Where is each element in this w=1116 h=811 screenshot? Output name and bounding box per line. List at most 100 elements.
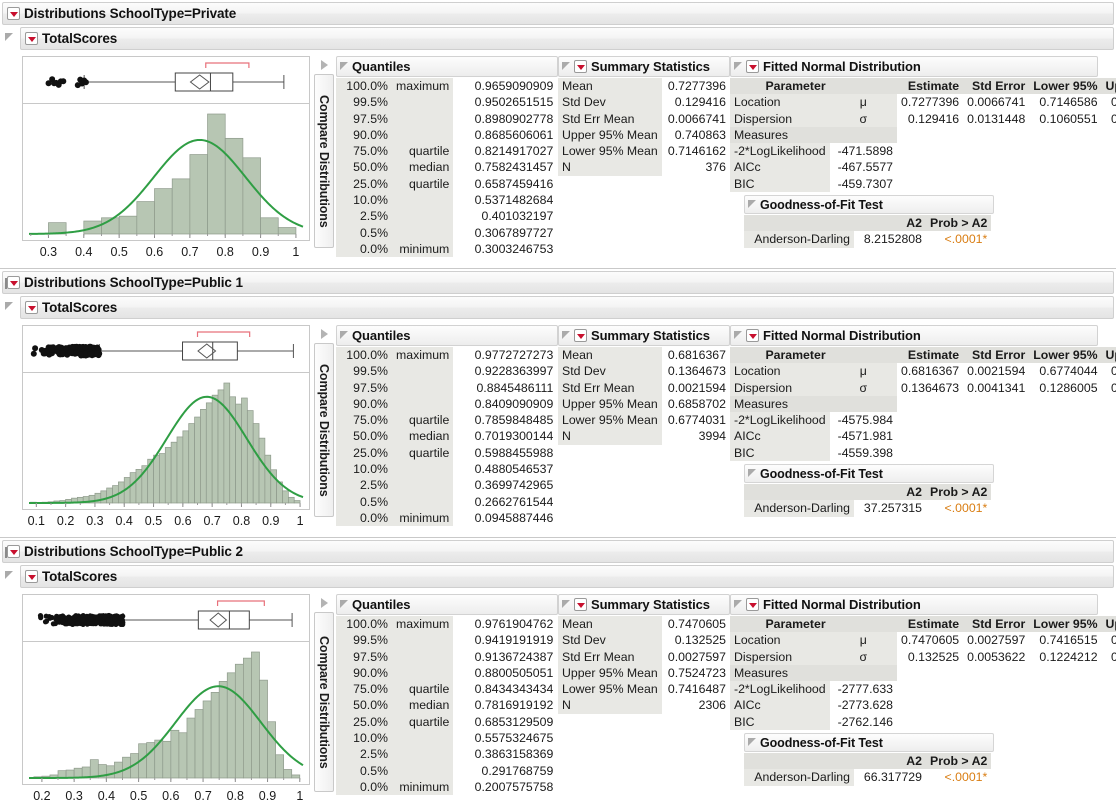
column-header-prob-a2: Prob > A2 bbox=[926, 484, 991, 500]
compare-disclosure-icon[interactable] bbox=[321, 329, 328, 339]
compare-distributions-strip[interactable]: Compare Distributions bbox=[312, 50, 336, 248]
disclosure-triangle-icon[interactable] bbox=[5, 571, 14, 580]
table-row: Std Err Mean 0.0066741 bbox=[558, 111, 730, 127]
section-title: Distributions SchoolType=Private bbox=[24, 6, 236, 21]
compare-distributions-button[interactable]: Compare Distributions bbox=[314, 74, 334, 248]
summary-label: Std Dev bbox=[558, 94, 662, 110]
quantile-name bbox=[392, 225, 453, 241]
quantiles-table: 100.0% maximum 0.9761904762 99.5% 0.9419… bbox=[336, 616, 557, 795]
goodness-of-fit-title: Goodness-of-Fit Test bbox=[760, 198, 883, 212]
variable-title-bar[interactable]: TotalScores bbox=[20, 565, 1114, 588]
red-triangle-menu-icon[interactable] bbox=[25, 32, 38, 45]
summary-statistics-title: Summary Statistics bbox=[591, 328, 710, 343]
quantile-percent: 97.5% bbox=[336, 111, 392, 127]
goodness-of-fit-header[interactable]: Goodness-of-Fit Test bbox=[744, 195, 994, 214]
x-axis-tick-label: 0.9 bbox=[252, 245, 269, 259]
disclosure-triangle-icon[interactable] bbox=[748, 738, 757, 747]
fitted-normal-header[interactable]: Fitted Normal Distribution bbox=[730, 594, 1098, 615]
measures-header-spacer bbox=[830, 127, 897, 143]
summary-statistics-header[interactable]: Summary Statistics bbox=[558, 594, 730, 615]
summary-value: 0.7416487 bbox=[662, 681, 730, 697]
table-header-row: Parameter Estimate Std Error Lower 95% U… bbox=[730, 78, 1116, 94]
fitted-normal-header[interactable]: Fitted Normal Distribution bbox=[730, 56, 1098, 77]
red-triangle-menu-icon[interactable] bbox=[746, 329, 759, 342]
disclosure-triangle-icon[interactable] bbox=[5, 33, 14, 42]
quantile-value: 0.291768759 bbox=[453, 763, 557, 779]
distribution-graph bbox=[22, 325, 310, 510]
compare-distributions-strip[interactable]: Compare Distributions bbox=[312, 319, 336, 517]
red-triangle-menu-icon[interactable] bbox=[574, 60, 587, 73]
x-axis-tick-label: 0.9 bbox=[262, 514, 279, 528]
red-triangle-menu-icon[interactable] bbox=[574, 598, 587, 611]
table-row: -2*LogLikelihood -471.5898 bbox=[730, 143, 1116, 159]
quantiles-header[interactable]: Quantiles bbox=[336, 56, 558, 77]
disclosure-triangle-icon[interactable] bbox=[340, 331, 349, 340]
disclosure-triangle-icon[interactable] bbox=[734, 62, 743, 71]
disclosure-triangle-icon[interactable] bbox=[340, 62, 349, 71]
table-row: 2.5% 0.401032197 bbox=[336, 208, 557, 224]
x-axis-tick-label: 0.6 bbox=[174, 514, 191, 528]
red-triangle-menu-icon[interactable] bbox=[7, 545, 20, 558]
section-title-bar[interactable]: Distributions SchoolType=Public 1 bbox=[2, 271, 1114, 294]
quantile-name bbox=[392, 494, 453, 510]
red-triangle-menu-icon[interactable] bbox=[7, 276, 20, 289]
disclosure-triangle-icon[interactable] bbox=[734, 600, 743, 609]
table-row: Upper 95% Mean 0.740863 bbox=[558, 127, 730, 143]
summary-statistics-header[interactable]: Summary Statistics bbox=[558, 325, 730, 346]
measures-header-spacer bbox=[830, 396, 897, 412]
quantile-value: 0.9136724387 bbox=[453, 649, 557, 665]
disclosure-triangle-icon[interactable] bbox=[340, 600, 349, 609]
red-triangle-menu-icon[interactable] bbox=[746, 598, 759, 611]
red-triangle-menu-icon[interactable] bbox=[25, 570, 38, 583]
quantile-name bbox=[392, 127, 453, 143]
fitted-normal-header[interactable]: Fitted Normal Distribution bbox=[730, 325, 1098, 346]
parameter-lower-95: 0.1286005 bbox=[1029, 380, 1101, 396]
parameter-estimate: 0.129416 bbox=[897, 111, 963, 127]
disclosure-triangle-icon[interactable] bbox=[562, 331, 571, 340]
measure-value: -4575.984 bbox=[830, 412, 897, 428]
compare-distributions-label: Compare Distributions bbox=[317, 630, 331, 775]
quantile-value: 0.3003246753 bbox=[453, 241, 557, 257]
section-title-bar[interactable]: Distributions SchoolType=Private bbox=[2, 2, 1114, 25]
parameter-name: Location bbox=[730, 94, 830, 110]
quantiles-header[interactable]: Quantiles bbox=[336, 325, 558, 346]
section-title-bar[interactable]: Distributions SchoolType=Public 2 bbox=[2, 540, 1114, 563]
compare-distributions-strip[interactable]: Compare Distributions bbox=[312, 588, 336, 792]
disclosure-triangle-icon[interactable] bbox=[562, 600, 571, 609]
compare-distributions-button[interactable]: Compare Distributions bbox=[314, 343, 334, 517]
goodness-of-fit-header[interactable]: Goodness-of-Fit Test bbox=[744, 464, 994, 483]
variable-title-bar[interactable]: TotalScores bbox=[20, 27, 1114, 50]
variable-title-bar[interactable]: TotalScores bbox=[20, 296, 1114, 319]
red-triangle-menu-icon[interactable] bbox=[746, 60, 759, 73]
compare-disclosure-icon[interactable] bbox=[321, 60, 328, 70]
disclosure-triangle-icon[interactable] bbox=[748, 200, 757, 209]
compare-distributions-button[interactable]: Compare Distributions bbox=[314, 612, 334, 792]
disclosure-triangle-icon[interactable] bbox=[5, 302, 14, 311]
quantile-value: 0.7582431457 bbox=[453, 159, 557, 175]
quantiles-header[interactable]: Quantiles bbox=[336, 594, 558, 615]
quantiles-table: 100.0% maximum 0.9659090909 99.5% 0.9502… bbox=[336, 78, 557, 257]
parameter-std-error: 0.0066741 bbox=[963, 94, 1029, 110]
disclosure-triangle-icon[interactable] bbox=[562, 62, 571, 71]
quantile-percent: 0.5% bbox=[336, 225, 392, 241]
compare-disclosure-icon[interactable] bbox=[321, 598, 328, 608]
x-axis-tick-label: 0.5 bbox=[145, 514, 162, 528]
disclosure-triangle-icon[interactable] bbox=[748, 469, 757, 478]
measures-header: Measures bbox=[730, 665, 830, 681]
quantile-name: median bbox=[392, 697, 453, 713]
quantile-percent: 97.5% bbox=[336, 380, 392, 396]
summary-label: Mean bbox=[558, 78, 662, 94]
section-title: Distributions SchoolType=Public 1 bbox=[24, 275, 243, 290]
disclosure-triangle-icon[interactable] bbox=[734, 331, 743, 340]
red-triangle-menu-icon[interactable] bbox=[574, 329, 587, 342]
summary-statistics-header[interactable]: Summary Statistics bbox=[558, 56, 730, 77]
quantile-value: 0.3699742965 bbox=[453, 477, 557, 493]
gof-prob-value: <.0001* bbox=[926, 231, 991, 247]
x-axis-tick-label: 0.5 bbox=[130, 789, 147, 803]
red-triangle-menu-icon[interactable] bbox=[25, 301, 38, 314]
red-triangle-menu-icon[interactable] bbox=[7, 7, 20, 20]
table-row: 50.0% median 0.7816919192 bbox=[336, 697, 557, 713]
box-plot-row bbox=[23, 57, 309, 104]
goodness-of-fit-header[interactable]: Goodness-of-Fit Test bbox=[744, 733, 994, 752]
section-title: Distributions SchoolType=Public 2 bbox=[24, 544, 243, 559]
